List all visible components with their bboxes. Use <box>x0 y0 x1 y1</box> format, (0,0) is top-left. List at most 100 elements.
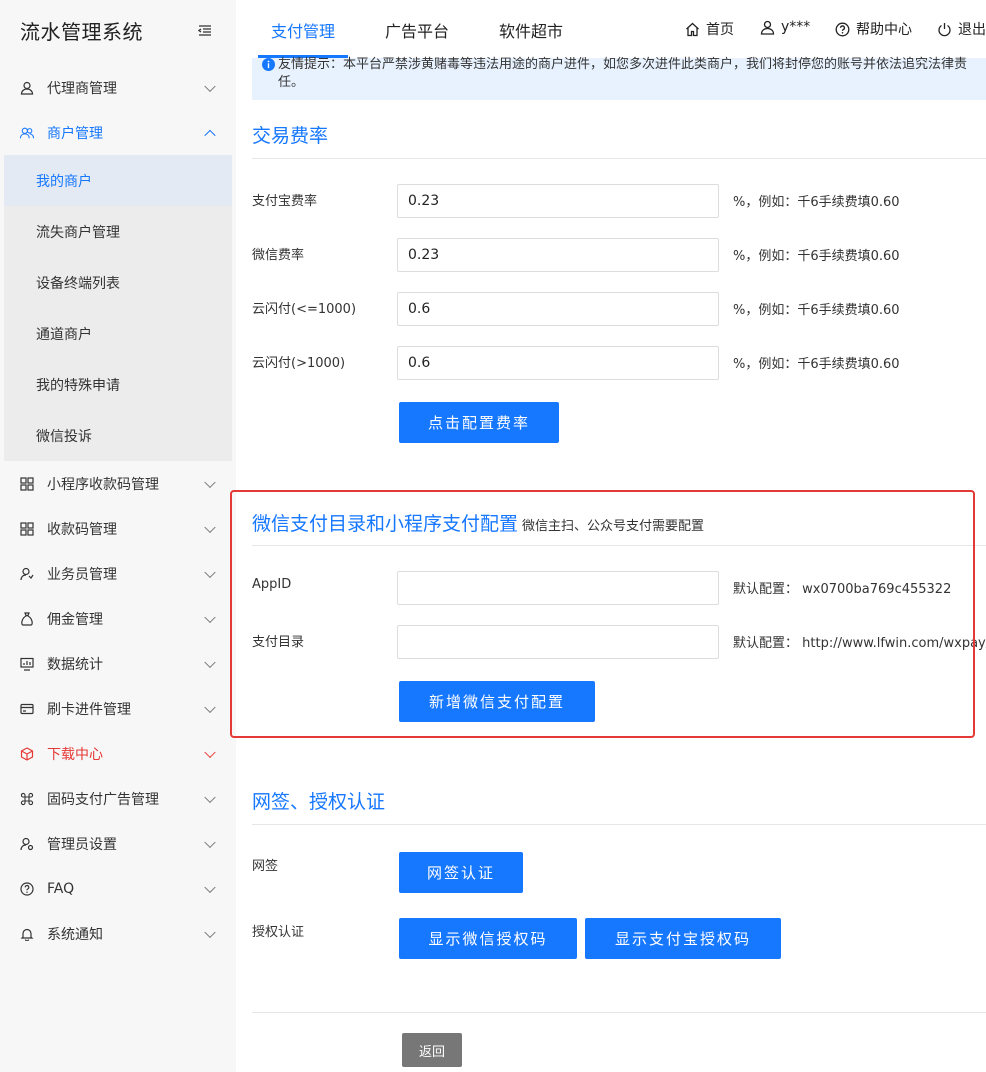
divider <box>252 158 986 159</box>
app-title: 流水管理系统 <box>20 20 143 44</box>
sidebar-item-faq[interactable]: FAQ <box>0 866 236 911</box>
chevron-down-icon <box>204 701 216 713</box>
sidebar-item-card-onboarding[interactable]: 刷卡进件管理 <box>0 686 236 731</box>
sidebar-item-label: 系统通知 <box>47 926 103 943</box>
add-wechat-config-button[interactable]: 新增微信支付配置 <box>399 681 595 722</box>
chevron-down-icon <box>204 80 216 92</box>
sidebar: 流水管理系统 代理商管理 商户管理 我的商户 流失商户管理 设备终端列表 通道商… <box>0 0 236 1072</box>
unionpay-low-rate-input[interactable]: 0.6 <box>397 292 719 326</box>
unionpay-high-rate-input[interactable]: 0.6 <box>397 346 719 380</box>
sidebar-item-label: 代理商管理 <box>47 80 117 97</box>
chevron-down-icon <box>204 881 216 893</box>
wechat-rate-label: 微信费率 <box>252 248 305 263</box>
sidebar-subitem-lost-merchants[interactable]: 流失商户管理 <box>4 206 232 257</box>
cube-icon <box>20 746 34 761</box>
tab-software-market[interactable]: 软件超市 <box>499 18 563 42</box>
sidebar-item-commission[interactable]: 佣金管理 <box>0 596 236 641</box>
power-icon <box>938 22 951 36</box>
alipay-rate-hint: %，例如：千6手续费填0.60 <box>733 195 900 210</box>
chevron-down-icon <box>204 521 216 533</box>
unionpay-low-rate-hint: %，例如：千6手续费填0.60 <box>733 303 900 318</box>
sidebar-subitem-device-terminals[interactable]: 设备终端列表 <box>4 257 232 308</box>
sidebar-item-label: FAQ <box>47 880 75 897</box>
merchants-submenu: 我的商户 流失商户管理 设备终端列表 通道商户 我的特殊申请 微信投诉 <box>4 155 232 461</box>
alipay-rate-input[interactable]: 0.23 <box>397 184 719 218</box>
chevron-down-icon <box>204 836 216 848</box>
sidebar-subitem-channel-merchants[interactable]: 通道商户 <box>4 308 232 359</box>
unionpay-low-rate-label: 云闪付(<=1000) <box>252 302 357 317</box>
user-icon <box>760 20 775 35</box>
notice-text: 友情提示：本平台严禁涉黄赌毒等违法用途的商户进件，如您多次进件此类商户，我们将封… <box>278 57 968 90</box>
sidebar-item-statistics[interactable]: 数据统计 <box>0 641 236 686</box>
sidebar-subitem-my-merchants[interactable]: 我的商户 <box>4 155 232 206</box>
staff-icon <box>20 567 34 581</box>
sidebar-item-label: 下载中心 <box>47 746 103 763</box>
sidebar-item-salespersons[interactable]: 业务员管理 <box>0 551 236 596</box>
home-label: 首页 <box>706 22 734 38</box>
sidebar-item-label: 管理员设置 <box>47 836 117 853</box>
tab-ad-platform[interactable]: 广告平台 <box>385 18 449 42</box>
help-center-link[interactable]: 帮助中心 <box>835 19 912 39</box>
configure-rates-button[interactable]: 点击配置费率 <box>399 402 559 443</box>
logout-label: 退出 <box>958 22 986 38</box>
question-icon <box>20 881 34 896</box>
admin-icon <box>20 837 34 851</box>
wechat-rate-input[interactable]: 0.23 <box>397 238 719 272</box>
divider <box>252 545 986 546</box>
main-content: 友情提示：本平台严禁涉黄赌毒等违法用途的商户进件，如您多次进件此类商户，我们将封… <box>236 57 986 1072</box>
sidebar-item-label: 收款码管理 <box>47 521 117 538</box>
back-button[interactable]: 返回 <box>402 1033 462 1067</box>
user-menu[interactable]: y*** <box>760 19 810 35</box>
wechat-rate-hint: %，例如：千6手续费填0.60 <box>733 249 900 264</box>
sidebar-item-system-notices[interactable]: 系统通知 <box>0 911 236 956</box>
sidebar-item-miniprogram-qr[interactable]: 小程序收款码管理 <box>0 461 236 506</box>
esign-label: 网签 <box>252 859 279 874</box>
username-label: y*** <box>781 19 811 35</box>
pay-directory-label: 支付目录 <box>252 635 305 650</box>
command-icon <box>20 792 34 806</box>
divider <box>252 824 986 825</box>
help-label: 帮助中心 <box>856 22 912 38</box>
grid-icon <box>20 476 34 491</box>
sidebar-subitem-special-requests[interactable]: 我的特殊申请 <box>4 359 232 410</box>
sidebar-item-qr-codes[interactable]: 收款码管理 <box>0 506 236 551</box>
help-icon <box>835 22 850 36</box>
sidebar-item-fixed-code-ads[interactable]: 固码支付广告管理 <box>0 776 236 821</box>
sidebar-item-label: 数据统计 <box>47 656 103 673</box>
show-wechat-auth-code-button[interactable]: 显示微信授权码 <box>399 918 577 959</box>
esign-auth-button[interactable]: 网签认证 <box>399 852 523 893</box>
unionpay-high-rate-label: 云闪付(>1000) <box>252 356 346 371</box>
monitor-icon <box>20 657 34 671</box>
sidebar-item-download-center[interactable]: 下载中心 <box>0 731 236 776</box>
appid-input[interactable] <box>397 571 719 605</box>
chevron-down-icon <box>204 656 216 668</box>
info-icon <box>262 58 275 77</box>
tab-payment-management[interactable]: 支付管理 <box>271 18 335 42</box>
home-icon <box>686 22 699 36</box>
chevron-down-icon <box>204 791 216 803</box>
merchants-icon <box>20 126 34 140</box>
sidebar-item-label: 商户管理 <box>47 125 103 142</box>
home-link[interactable]: 首页 <box>685 19 734 39</box>
sidebar-item-merchants[interactable]: 商户管理 <box>0 110 236 155</box>
sidebar-item-label: 佣金管理 <box>47 611 103 628</box>
sidebar-item-label: 固码支付广告管理 <box>47 791 159 808</box>
sidebar-item-admin-settings[interactable]: 管理员设置 <box>0 821 236 866</box>
rates-section-title: 交易费率 <box>252 125 329 147</box>
sidebar-item-agents[interactable]: 代理商管理 <box>0 65 236 110</box>
chevron-down-icon <box>204 566 216 578</box>
show-alipay-auth-code-button[interactable]: 显示支付宝授权码 <box>585 918 781 959</box>
authorization-label: 授权认证 <box>252 925 305 940</box>
sidebar-subitem-wechat-complaints[interactable]: 微信投诉 <box>4 410 232 461</box>
chevron-down-icon <box>204 746 216 758</box>
appid-label: AppID <box>252 577 292 592</box>
sidebar-menu: 代理商管理 商户管理 我的商户 流失商户管理 设备终端列表 通道商户 我的特殊申… <box>0 65 236 956</box>
chevron-down-icon <box>204 476 216 488</box>
unionpay-high-rate-hint: %，例如：千6手续费填0.60 <box>733 357 900 372</box>
divider <box>252 1012 986 1013</box>
notice-banner: 友情提示：本平台严禁涉黄赌毒等违法用途的商户进件，如您多次进件此类商户，我们将封… <box>252 57 986 100</box>
menu-collapse-icon[interactable] <box>197 24 212 38</box>
auth-section-title: 网签、授权认证 <box>252 791 386 813</box>
logout-link[interactable]: 退出 <box>937 19 986 39</box>
pay-directory-input[interactable] <box>397 625 719 659</box>
